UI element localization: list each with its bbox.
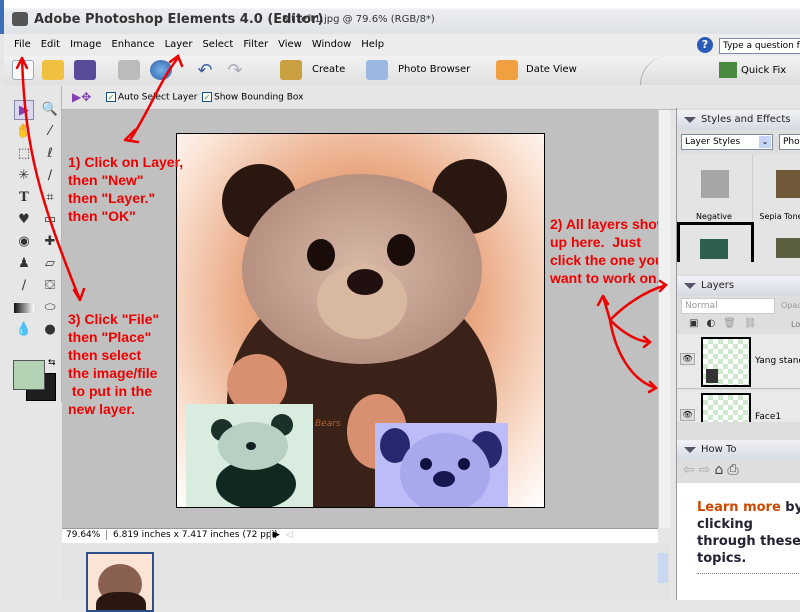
how-to-header[interactable]: How To [677, 440, 800, 460]
status-menu-arrow-icon[interactable]: ▶ [270, 530, 280, 540]
document-dimensions: 6.819 inches x 7.417 inches (72 ppi) [106, 530, 278, 540]
layer-tools: ▣◐🗑⛓ [689, 318, 765, 329]
learn-more-link[interactable]: Learn more [697, 500, 781, 515]
link-layers-icon[interactable]: ⛓ [744, 318, 765, 329]
eye-icon[interactable]: 👁 [680, 409, 695, 421]
layer-thumbnail [701, 337, 751, 387]
forward-arrow-icon[interactable]: ⇨ [699, 462, 715, 478]
zoom-level[interactable]: 79.64% [66, 530, 100, 540]
how-to-nav: ⇦⇨⌂⎙ [683, 462, 743, 478]
style-category-value: Layer Styles [685, 137, 741, 147]
arrow-to-layer-menu [128, 54, 184, 142]
styles-effects-header[interactable]: Styles and Effects [677, 110, 800, 130]
delete-layer-icon[interactable]: 🗑 [723, 318, 744, 329]
style-swatch-selected[interactable] [677, 222, 754, 262]
how-to-intro: Learn more by clicking through these top… [697, 499, 800, 567]
print-icon[interactable]: ⎙ [727, 462, 742, 478]
layer-name: Face1 [755, 412, 782, 422]
horizontal-scroll-left-icon[interactable]: ◁ [286, 530, 293, 540]
lock-label: Lock [791, 320, 800, 329]
new-layer-icon[interactable]: ▣ [689, 318, 706, 329]
home-icon[interactable]: ⌂ [714, 462, 727, 478]
photo-bin [62, 545, 670, 612]
layers-list: 👁 Yang standing 👁 Face1 [677, 334, 800, 422]
layer-name: Yang standing [755, 356, 800, 366]
chevron-down-icon: ⌄ [759, 136, 771, 148]
arrow-file-to-step3 [15, 56, 86, 302]
style-label: Negative [696, 212, 732, 221]
adjustment-layer-icon[interactable]: ◐ [706, 318, 723, 329]
layer-thumbnail [701, 393, 751, 422]
style-library-select[interactable]: Photo Effects [779, 134, 800, 150]
status-bar: 79.64% 6.819 inches x 7.417 inches (72 p… [62, 528, 658, 543]
blend-mode-select[interactable]: Normal [681, 298, 775, 314]
styles-grid: Negative Sepia Tone [677, 154, 800, 274]
style-label: Sepia Tone [759, 212, 800, 221]
style-swatch-sepia[interactable]: Sepia Tone [754, 154, 800, 222]
divider [697, 573, 800, 574]
style-swatch-negative[interactable]: Negative [677, 154, 753, 222]
opacity-label: Opacity [781, 301, 800, 310]
style-category-select[interactable]: Layer Styles ⌄ [681, 134, 773, 150]
back-arrow-icon[interactable]: ⇦ [683, 462, 699, 478]
eye-icon[interactable]: 👁 [680, 353, 695, 365]
photo-bin-thumbnail[interactable] [86, 552, 154, 612]
layer-row[interactable]: 👁 Face1 [677, 390, 800, 422]
layers-header[interactable]: Layers [677, 276, 800, 296]
palette-bin: Styles and Effects Layer Styles ⌄ Photo E… [676, 108, 800, 600]
how-to-content: Learn more by clicking through these top… [677, 483, 800, 600]
layer-row[interactable]: 👁 Yang standing [677, 334, 800, 389]
arrow-to-layers-palette [596, 279, 668, 394]
photo-bin-scrollbar[interactable] [658, 553, 668, 583]
style-swatch[interactable] [754, 222, 800, 262]
